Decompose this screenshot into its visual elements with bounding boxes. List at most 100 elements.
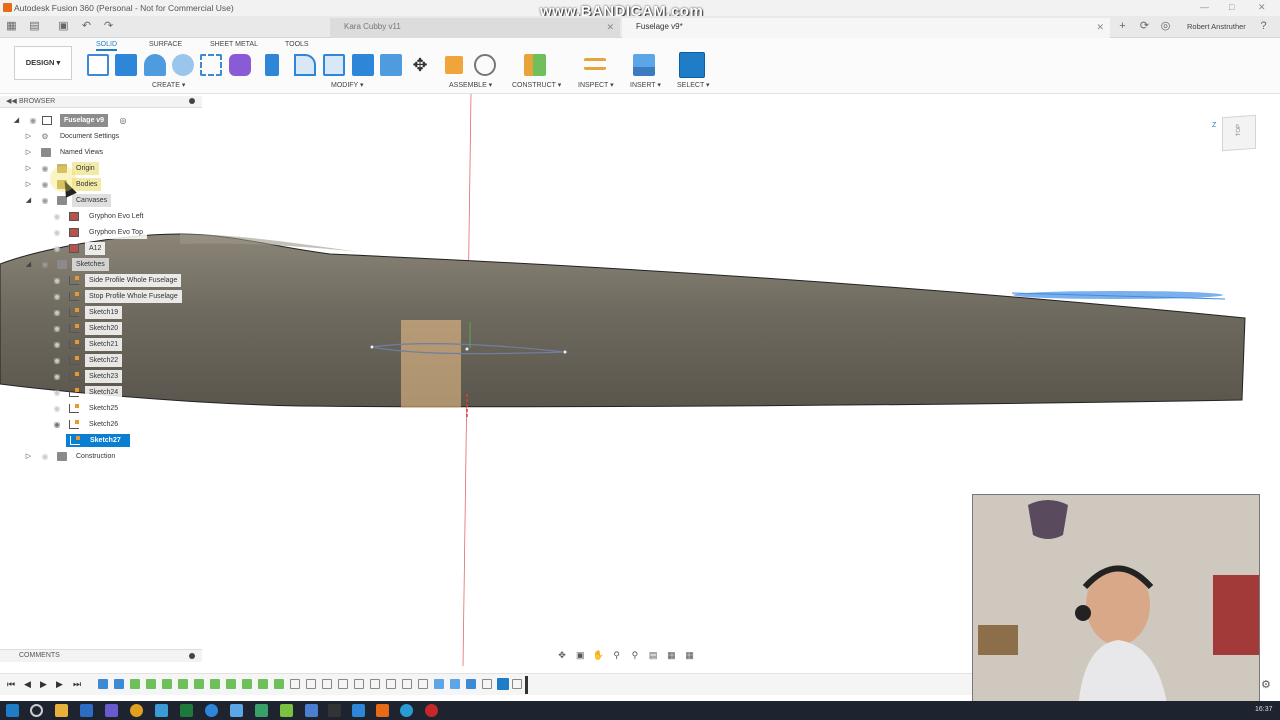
excel-icon[interactable] (180, 704, 193, 717)
offset-plane-icon[interactable] (524, 54, 546, 76)
tree-label[interactable]: Sketch19 (85, 306, 123, 319)
tree-label[interactable]: Bodies (72, 178, 102, 191)
expand-arrow-icon[interactable]: ▷ (24, 130, 33, 143)
loft-icon[interactable] (200, 54, 222, 76)
job-status-icon[interactable]: ⟳ (1138, 20, 1151, 33)
timeline-feature-icon[interactable] (130, 679, 140, 689)
tree-label[interactable]: Gryphon Evo Top (85, 226, 147, 239)
visibility-eye-icon[interactable]: ◉ (40, 178, 50, 191)
grid-menu-icon[interactable]: ▦ (5, 20, 18, 33)
move-icon[interactable]: ✥ (409, 54, 431, 76)
tree-label[interactable]: A12 (85, 242, 106, 255)
extrude-icon[interactable] (115, 54, 137, 76)
skype-icon[interactable] (400, 704, 413, 717)
timeline-feature-icon[interactable] (194, 679, 204, 689)
insert-canvas-icon[interactable] (633, 54, 655, 76)
timeline-feature-icon[interactable] (450, 679, 460, 689)
close-window-icon[interactable]: ✕ (1258, 2, 1266, 13)
play-icon[interactable]: ▶ (40, 679, 47, 690)
tree-label[interactable]: Sketch25 (85, 402, 123, 415)
timeline-sketch-icon[interactable] (338, 679, 348, 689)
bandicam-icon[interactable] (425, 704, 438, 717)
new-tab-icon[interactable]: + (1116, 20, 1129, 33)
tree-row-sketch-selected[interactable]: Sketch27 (66, 434, 130, 447)
tree-label[interactable]: Construction (72, 450, 120, 463)
revolve-icon[interactable] (144, 54, 166, 76)
combine-icon[interactable] (380, 54, 402, 76)
edge-icon[interactable] (205, 704, 218, 717)
expand-arrow-icon[interactable]: ◢ (12, 114, 21, 127)
create-sketch-icon[interactable] (87, 54, 109, 76)
display-settings-icon[interactable]: ▤ (647, 649, 659, 661)
pan-icon[interactable]: ✋ (592, 649, 604, 661)
expand-arrow-icon[interactable]: ▷ (24, 178, 33, 191)
tree-label[interactable]: Origin (72, 162, 99, 175)
tree-label[interactable]: Sketch26 (85, 418, 123, 431)
tab-sheet-metal[interactable]: SHEET METAL (210, 41, 258, 48)
timeline-feature-icon[interactable] (258, 679, 268, 689)
tree-label[interactable]: Stop Profile Whole Fuselage (85, 290, 182, 303)
tree-label[interactable]: Sketch22 (85, 354, 123, 367)
timeline-selected-feature-icon[interactable] (497, 678, 509, 690)
tree-label[interactable]: Sketches (72, 258, 109, 271)
new-component-icon[interactable] (445, 56, 463, 74)
go-to-start-icon[interactable]: ⏮ (7, 679, 15, 690)
expand-arrow-icon[interactable]: ▷ (24, 162, 33, 175)
visibility-eye-icon[interactable]: ◉ (52, 306, 62, 319)
inspect-menu[interactable]: INSPECT ▾ (578, 81, 614, 89)
timeline-sketch-icon[interactable] (322, 679, 332, 689)
timeline-sketch-icon[interactable] (418, 679, 428, 689)
visibility-eye-icon[interactable]: ◉ (52, 242, 62, 255)
timeline-feature-icon[interactable] (242, 679, 252, 689)
tab-kara-cubby[interactable]: Kara Cubby v11 ✕ (330, 18, 620, 38)
tree-label[interactable]: Sketch24 (85, 386, 123, 399)
visibility-eye-icon[interactable]: ◉ (40, 194, 50, 207)
close-tab-icon[interactable]: ✕ (606, 18, 614, 36)
activate-radio-icon[interactable]: ◎ (118, 114, 128, 127)
app-icon[interactable] (280, 704, 293, 717)
measure-icon[interactable] (584, 58, 606, 70)
tree-label[interactable]: Sketch27 (86, 434, 125, 447)
timeline-feature-icon[interactable] (226, 679, 236, 689)
assemble-menu[interactable]: ASSEMBLE ▾ (449, 81, 492, 89)
expand-arrow-icon[interactable]: ◢ (24, 258, 33, 271)
timeline-sketch-icon[interactable] (482, 679, 492, 689)
timeline-sketch-icon[interactable] (402, 679, 412, 689)
tree-label[interactable]: Sketch23 (85, 370, 123, 383)
timeline-feature-icon[interactable] (466, 679, 476, 689)
help-icon[interactable]: ? (1257, 20, 1270, 33)
collapse-browser-icon[interactable]: ◀◀ (6, 97, 17, 105)
close-tab-icon[interactable]: ✕ (1096, 18, 1104, 36)
taskbar-clock[interactable]: 16:37 (1255, 706, 1273, 713)
fillet-icon[interactable] (294, 54, 316, 76)
tab-surface[interactable]: SURFACE (149, 41, 182, 48)
minimize-icon[interactable]: — (1200, 2, 1209, 12)
workspace-switcher[interactable]: DESIGN ▾ (14, 46, 72, 80)
app-icon[interactable] (328, 704, 341, 717)
timeline-feature-icon[interactable] (98, 679, 108, 689)
shell-icon[interactable] (352, 54, 374, 76)
timeline-sketch-icon[interactable] (512, 679, 522, 689)
visibility-eye-icon[interactable]: ◉ (52, 370, 62, 383)
visibility-eye-icon[interactable]: ◉ (52, 354, 62, 367)
app-icon[interactable] (255, 704, 268, 717)
visibility-eye-icon[interactable]: ◉ (52, 290, 62, 303)
step-forward-icon[interactable]: ▶ (56, 679, 63, 690)
select-icon[interactable] (679, 52, 705, 78)
notifications-icon[interactable]: ◎ (1159, 20, 1172, 33)
settings-gear-icon[interactable]: ⚙ (1261, 678, 1271, 691)
tree-label[interactable]: Fuselage v9 (60, 114, 109, 127)
modify-menu[interactable]: MODIFY ▾ (331, 81, 364, 89)
tree-label[interactable]: Sketch21 (85, 338, 123, 351)
tab-solid[interactable]: SOLID (96, 41, 118, 51)
visibility-eye-icon[interactable]: ◉ (40, 162, 50, 175)
teams-icon[interactable] (105, 704, 118, 717)
visibility-eye-icon[interactable]: ◉ (52, 226, 62, 239)
timeline-marker[interactable] (525, 676, 528, 694)
tree-label[interactable]: Gryphon Evo Left (85, 210, 148, 223)
go-to-end-icon[interactable]: ⏭ (73, 679, 81, 690)
view-cube[interactable]: TOP (1222, 114, 1256, 152)
press-pull-icon[interactable] (265, 54, 279, 76)
timeline-sketch-icon[interactable] (386, 679, 396, 689)
construct-menu[interactable]: CONSTRUCT ▾ (512, 81, 561, 89)
